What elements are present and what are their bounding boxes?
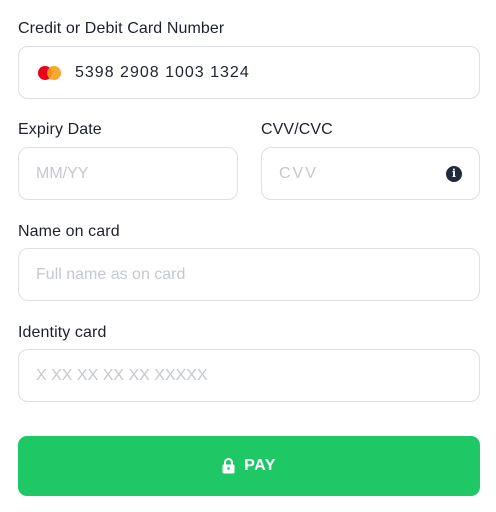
card-number-value: 5398 2908 1003 1324 [75,63,250,81]
cvv-input[interactable] [279,164,439,183]
expiry-date-field[interactable] [18,147,238,200]
cvv-label: CVV/CVC [261,121,333,138]
expiry-date-label: Expiry Date [18,121,102,138]
card-number-label: Credit or Debit Card Number [18,20,225,37]
name-on-card-label: Name on card [18,223,120,240]
info-icon[interactable]: i [446,165,462,182]
pay-button[interactable]: PAY [18,436,480,496]
lock-icon [222,458,235,474]
name-on-card-input[interactable] [36,265,479,284]
identity-card-label: Identity card [18,324,107,341]
card-number-field[interactable]: 5398 2908 1003 1324 [18,46,480,99]
identity-card-input[interactable] [36,366,479,385]
expiry-date-input[interactable] [36,164,237,183]
cvv-field[interactable]: i [261,147,480,200]
identity-card-field[interactable] [18,349,480,402]
name-on-card-field[interactable] [18,248,480,301]
pay-button-label: PAY [244,457,276,474]
mastercard-icon [36,65,66,81]
